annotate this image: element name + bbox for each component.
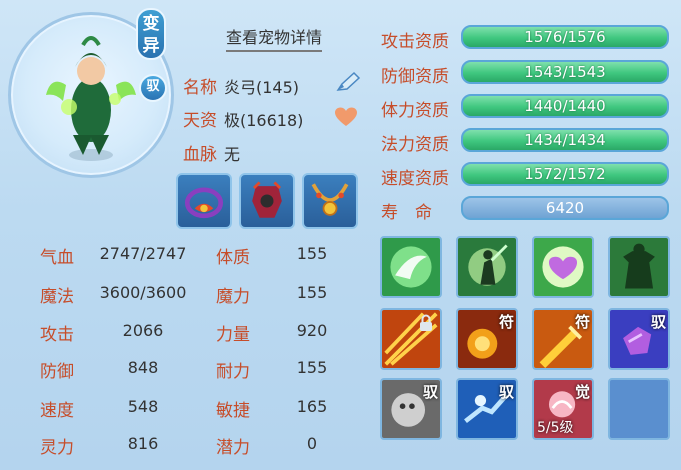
bloodline-label: 血脉 [183,145,217,165]
skill-tag-fu-2: 符 [574,313,590,331]
stat-value-endurance: 155 [296,358,328,377]
skill-tag-jue: 觉 [574,383,590,401]
equip-slot-armor[interactable] [239,173,295,229]
variant-badge: 变 异 [136,8,166,60]
aptitude-label-magic: 法力资质 [381,135,449,155]
stat-label-magic: 魔力 [216,287,250,307]
stat-label-potential: 潜力 [216,438,250,458]
tame-badge-text: 驭 [146,79,160,94]
stat-value-strength: 920 [296,321,328,340]
skill-slot-6[interactable]: 符 [456,308,518,370]
giant-skill-icon [610,238,668,296]
pet-panel: 变 异 驭 查看宠物详情 名称 炎弓(145) 天资 极(16618) 血脉 无 [0,0,681,470]
stat-value-constitution: 155 [296,244,328,263]
collar-icon [184,187,224,219]
name-label: 名称 [183,78,217,98]
stat-value-magic: 155 [296,283,328,302]
stat-value-spirit: 816 [127,434,159,453]
skill-tag-yu: 驭 [650,313,666,331]
bloodline-value: 无 [224,145,241,164]
favorite-heart-icon[interactable] [334,106,358,128]
skill-slot-3[interactable] [532,236,594,298]
variant-badge-text: 变 异 [142,14,160,56]
skill-slot-9[interactable]: 驭 [380,378,442,440]
stat-value-attack: 2066 [122,321,164,340]
stat-label-hp: 气血 [40,248,74,268]
view-pet-details-link[interactable]: 查看宠物详情 [226,24,323,52]
skill-slot-4[interactable] [608,236,670,298]
aptitude-bar-stamina: 1440/1440 [461,94,669,118]
equip-slot-necklace[interactable] [302,173,358,229]
lock-icon [418,314,434,332]
aptitude-label-attack: 攻击资质 [381,32,449,52]
stat-label-spirit: 灵力 [40,438,74,458]
stat-label-defense: 防御 [40,362,74,382]
stat-value-mp: 3600/3600 [99,283,187,302]
aptitude-label-speed: 速度资质 [381,169,449,189]
heart-skill-icon [534,238,592,296]
stat-value-defense: 848 [127,358,159,377]
aptitude-label-defense: 防御资质 [381,67,449,87]
skill-slot-1[interactable] [380,236,442,298]
stat-label-strength: 力量 [216,325,250,345]
skill-slot-11[interactable]: 觉 5/5级 [532,378,594,440]
skill-tag-yu-2: 驭 [422,383,438,401]
skill-tag-fu: 符 [498,313,514,331]
stat-value-speed: 548 [127,397,159,416]
stat-value-potential: 0 [306,434,318,453]
talent-label: 天资 [183,111,217,131]
life-label: 寿 命 [381,203,432,223]
warrior-skill-icon [458,238,516,296]
stat-label-attack: 攻击 [40,325,74,345]
aptitude-bar-magic: 1434/1434 [461,128,669,152]
stat-label-agility: 敏捷 [216,401,250,421]
equip-slot-collar[interactable] [176,173,232,229]
stat-label-mp: 魔法 [40,287,74,307]
aptitude-label-stamina: 体力资质 [381,101,449,121]
name-value: 炎弓(145) [224,78,300,97]
skill-tag-yu-3: 驭 [498,383,514,401]
stat-label-endurance: 耐力 [216,362,250,382]
aptitude-bar-attack: 1576/1576 [461,25,669,49]
stat-value-hp: 2747/2747 [99,244,187,263]
talent-value: 极(16618) [224,111,304,130]
armor-icon [252,181,282,218]
stat-label-speed: 速度 [40,401,74,421]
skill-slot-7[interactable]: 符 [532,308,594,370]
skill-level-label: 5/5级 [537,420,574,436]
life-bar: 6420 [461,196,669,220]
necklace-icon [311,183,349,216]
aptitude-bar-speed: 1572/1572 [461,162,669,186]
skill-slot-5[interactable] [380,308,442,370]
skill-slot-10[interactable]: 驭 [456,378,518,440]
skill-slot-2[interactable] [456,236,518,298]
stat-value-agility: 165 [296,397,328,416]
aptitude-bar-defense: 1543/1543 [461,60,669,84]
tame-badge: 驭 [139,74,167,102]
wing-skill-icon [382,238,440,296]
skill-slot-8[interactable]: 驭 [608,308,670,370]
skill-slot-empty[interactable] [608,378,670,440]
rename-pen-icon[interactable] [334,70,362,94]
stat-label-constitution: 体质 [216,248,250,268]
